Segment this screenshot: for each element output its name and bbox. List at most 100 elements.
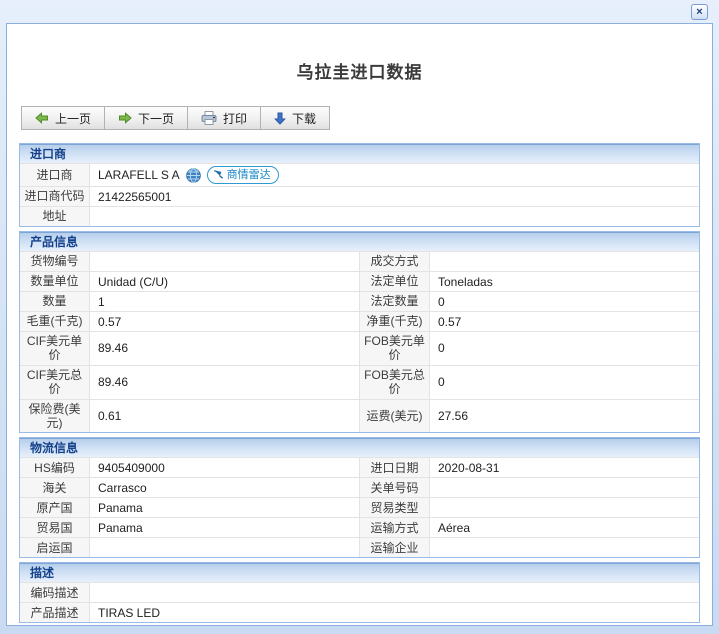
close-button[interactable]: ×: [691, 4, 708, 20]
table-row: 启运国 运输企业: [20, 537, 699, 557]
printer-icon: [201, 111, 217, 125]
customs-value: Carrasco: [90, 478, 359, 497]
address-value: [90, 207, 699, 226]
trade-type-value: [430, 498, 699, 517]
close-icon: ×: [696, 6, 702, 18]
dialog-window: × 乌拉圭进口数据 上一页 下一页 打印: [0, 0, 719, 634]
product-description-label: 产品描述: [20, 603, 90, 622]
dialog-content-panel: 乌拉圭进口数据 上一页 下一页 打印 下载: [6, 23, 713, 626]
customs-doc-no-value: [430, 478, 699, 497]
table-row: 进口商代码 21422565001: [20, 186, 699, 206]
table-row: 原产国 Panama 贸易类型: [20, 497, 699, 517]
import-date-value: 2020-08-31: [430, 458, 699, 477]
origin-country-value: Panama: [90, 498, 359, 517]
next-page-label: 下一页: [138, 110, 174, 127]
qty-unit-label: 数量单位: [20, 272, 90, 291]
transport-mode-label: 运输方式: [360, 518, 430, 537]
goods-no-label: 货物编号: [20, 252, 90, 271]
legal-qty-value: 0: [430, 292, 699, 311]
cif-total-price-label: CIF美元总价: [20, 366, 90, 399]
table-row: 编码描述: [20, 582, 699, 602]
download-label: 下载: [292, 110, 316, 127]
departure-country-label: 启运国: [20, 538, 90, 557]
print-label: 打印: [223, 110, 247, 127]
transport-mode-value: Aérea: [430, 518, 699, 537]
quantity-value: 1: [90, 292, 359, 311]
table-row: CIF美元单价 89.46 FOB美元单价 0: [20, 331, 699, 365]
importer-name-label: 进口商: [20, 164, 90, 186]
insurance-fee-label: 保险费(美元): [20, 400, 90, 433]
gross-weight-label: 毛重(千克): [20, 312, 90, 331]
section-product-info: 产品信息 货物编号 成交方式 数量单位 Unidad (C/U): [19, 231, 700, 433]
customs-doc-no-label: 关单号码: [360, 478, 430, 497]
download-button[interactable]: 下载: [261, 107, 329, 129]
code-description-value: [90, 583, 699, 602]
net-weight-label: 净重(千克): [360, 312, 430, 331]
print-button[interactable]: 打印: [188, 107, 261, 129]
importer-name-value: LARAFELL S A: [90, 164, 699, 186]
fob-unit-price-value: 0: [430, 332, 699, 365]
logistics-section-title: 物流信息: [20, 438, 699, 457]
table-row: CIF美元总价 89.46 FOB美元总价 0: [20, 365, 699, 399]
customs-label: 海关: [20, 478, 90, 497]
hs-code-value: 9405409000: [90, 458, 359, 477]
table-row: 保险费(美元) 0.61 运费(美元) 27.56: [20, 399, 699, 433]
blue-arrow-down-icon: [274, 112, 286, 125]
address-label: 地址: [20, 207, 90, 226]
table-row: 海关 Carrasco 关单号码: [20, 477, 699, 497]
legal-qty-label: 法定数量: [360, 292, 430, 311]
table-row: 贸易国 Panama 运输方式 Aérea: [20, 517, 699, 537]
import-date-label: 进口日期: [360, 458, 430, 477]
next-page-button[interactable]: 下一页: [105, 107, 188, 129]
table-row: 数量 1 法定数量 0: [20, 291, 699, 311]
hs-code-label: HS编码: [20, 458, 90, 477]
green-arrow-left-icon: [35, 112, 49, 124]
code-description-label: 编码描述: [20, 583, 90, 602]
sections-container: 进口商 进口商 LARAFELL S A: [19, 143, 700, 623]
table-row: 数量单位 Unidad (C/U) 法定单位 Toneladas: [20, 271, 699, 291]
section-logistics-info: 物流信息 HS编码 9405409000 进口日期 2020-08-31 海关 …: [19, 437, 700, 558]
title-bar: ×: [0, 0, 719, 23]
gross-weight-value: 0.57: [90, 312, 359, 331]
legal-unit-label: 法定单位: [360, 272, 430, 291]
business-radar-label: 商情雷达: [227, 168, 271, 182]
cif-total-price-value: 89.46: [90, 366, 359, 399]
table-row: HS编码 9405409000 进口日期 2020-08-31: [20, 457, 699, 477]
trade-type-label: 贸易类型: [360, 498, 430, 517]
importer-code-value: 21422565001: [90, 187, 699, 206]
importer-code-label: 进口商代码: [20, 187, 90, 206]
page-title: 乌拉圭进口数据: [7, 24, 712, 83]
origin-country-label: 原产国: [20, 498, 90, 517]
cif-unit-price-value: 89.46: [90, 332, 359, 365]
section-importer: 进口商 进口商 LARAFELL S A: [19, 143, 700, 227]
prev-page-button[interactable]: 上一页: [22, 107, 105, 129]
importer-section-title: 进口商: [20, 144, 699, 163]
table-row: 进口商 LARAFELL S A: [20, 163, 699, 186]
quantity-label: 数量: [20, 292, 90, 311]
table-row: 产品描述 TIRAS LED: [20, 602, 699, 622]
deal-type-value: [430, 252, 699, 271]
green-arrow-right-icon: [118, 112, 132, 124]
business-radar-badge[interactable]: 商情雷达: [207, 166, 279, 184]
trade-country-label: 贸易国: [20, 518, 90, 537]
importer-name-text: LARAFELL S A: [98, 168, 180, 182]
qty-unit-value: Unidad (C/U): [90, 272, 359, 291]
departure-country-value: [90, 538, 359, 557]
table-row: 货物编号 成交方式: [20, 251, 699, 271]
product-section-title: 产品信息: [20, 232, 699, 251]
table-row: 地址: [20, 206, 699, 226]
insurance-fee-value: 0.61: [90, 400, 359, 433]
fob-total-price-label: FOB美元总价: [360, 366, 430, 399]
table-row: 毛重(千克) 0.57 净重(千克) 0.57: [20, 311, 699, 331]
toolbar: 上一页 下一页 打印 下载: [21, 106, 330, 130]
globe-icon[interactable]: [186, 168, 201, 183]
legal-unit-value: Toneladas: [430, 272, 699, 291]
trade-country-value: Panama: [90, 518, 359, 537]
prev-page-label: 上一页: [55, 110, 91, 127]
transport-company-value: [430, 538, 699, 557]
net-weight-value: 0.57: [430, 312, 699, 331]
freight-fee-label: 运费(美元): [360, 400, 430, 433]
description-section-title: 描述: [20, 563, 699, 582]
fob-unit-price-label: FOB美元单价: [360, 332, 430, 365]
freight-fee-value: 27.56: [430, 400, 699, 433]
